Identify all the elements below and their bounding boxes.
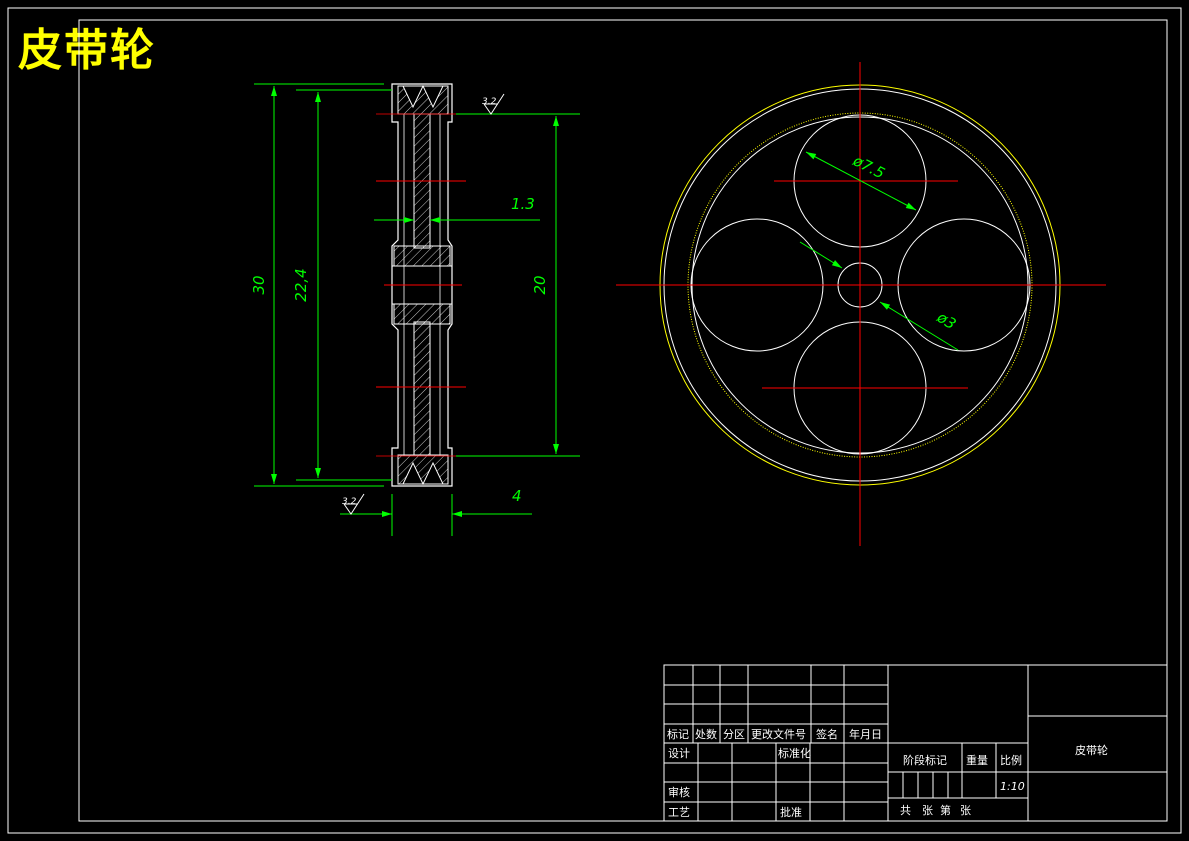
roughness-bottom-text: 3.2 bbox=[342, 497, 357, 507]
tb-scale-label: 比例 bbox=[1000, 753, 1022, 767]
drawing-sheet: 皮带轮 30 22,4 20 1.3 4 3.2 3.2 ø7.5 ø3 标记 … bbox=[0, 0, 1189, 841]
tb-header-zone: 分区 bbox=[723, 728, 745, 741]
tb-approve: 批准 bbox=[780, 805, 802, 819]
tb-header-change-doc: 更改文件号 bbox=[751, 727, 806, 741]
roughness-top-text: 3.2 bbox=[482, 97, 497, 107]
tb-weight: 重量 bbox=[966, 753, 988, 767]
outer-border bbox=[7, 7, 1182, 834]
cad-drawing-canvas: 30 22,4 20 1.3 4 3.2 3.2 ø7.5 ø3 标记 处数 分… bbox=[7, 7, 1182, 834]
tb-review: 审核 bbox=[668, 785, 690, 799]
tb-sheet-unit-1: 张 bbox=[922, 804, 933, 817]
title-block bbox=[663, 664, 1168, 822]
hub-bottom-hatch bbox=[393, 303, 451, 325]
dim-text-4: 4 bbox=[512, 487, 522, 505]
tb-standardization: 标准化 bbox=[778, 746, 811, 760]
dim-text-22-4: 22,4 bbox=[292, 268, 310, 301]
hub-top-hatch bbox=[393, 245, 451, 267]
web-bottom-hatch bbox=[413, 321, 431, 456]
tb-sheet-total: 共 bbox=[900, 804, 911, 817]
tb-header-signature: 签名 bbox=[816, 727, 838, 741]
dim-text-20: 20 bbox=[531, 275, 549, 294]
dim-text-1-3: 1.3 bbox=[511, 195, 535, 213]
tb-sheet-no: 第 bbox=[940, 803, 951, 817]
dim-text-30: 30 bbox=[250, 275, 268, 294]
inner-border bbox=[78, 19, 1168, 822]
tb-stage-mark: 阶段标记 bbox=[903, 753, 947, 767]
section-view bbox=[376, 83, 466, 487]
dim-text-bore: ø3 bbox=[933, 308, 959, 334]
tb-part-name: 皮带轮 bbox=[1075, 743, 1108, 757]
tb-sheet-unit-2: 张 bbox=[960, 804, 971, 817]
front-view bbox=[616, 62, 1106, 546]
tb-header-mark: 标记 bbox=[667, 727, 689, 741]
tb-design: 设计 bbox=[668, 747, 690, 760]
tb-scale-value: 1:10 bbox=[1000, 780, 1025, 793]
tb-header-count: 处数 bbox=[695, 728, 717, 741]
tb-header-date: 年月日 bbox=[849, 727, 882, 741]
tb-process: 工艺 bbox=[668, 806, 690, 819]
